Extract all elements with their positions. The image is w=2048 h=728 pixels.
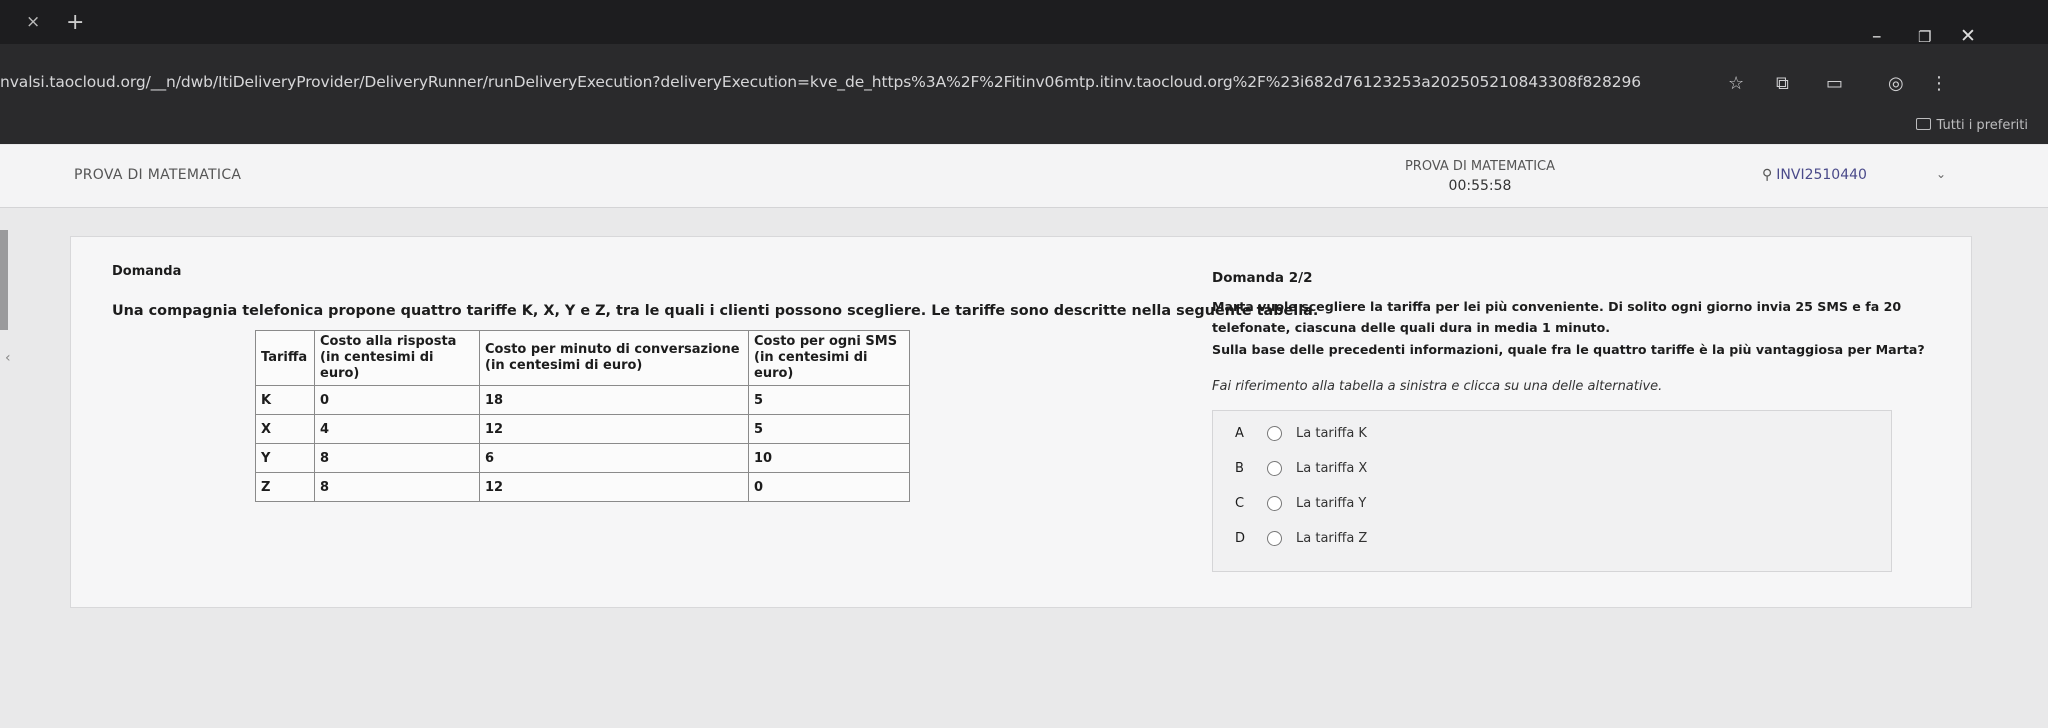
tariff-table: Tariffa Costo alla risposta (in centesimi… [255,330,910,502]
subquestion-prompt: Sulla base delle precedenti informazioni… [1212,342,1925,357]
answer-choices: A La tariffa K B La tariffa X C La tarif… [1212,410,1892,572]
subquestion-label: Domanda 2/2 [1212,270,1313,286]
cast-icon[interactable]: ▭ [1826,73,1843,94]
browser-titlebar: × + – ❐ ✕ [0,0,2048,47]
test-title-block: PROVA DI MATEMATICA 00:55:58 [1380,159,1580,194]
tab-close-icon[interactable]: × [26,12,40,32]
table-cell: 18 [479,385,749,415]
table-cell: 5 [748,385,910,415]
choice-d[interactable]: D La tariffa Z [1235,526,1367,550]
table-cell: X [255,414,315,444]
instruction-text: Fai riferimento alla tabella a sinistra … [1212,379,1663,394]
choice-label: La tariffa Y [1296,495,1367,511]
chevron-left-icon[interactable]: ‹ [5,350,11,366]
table-cell: 8 [314,443,480,473]
profile-icon[interactable]: ◎ [1888,73,1904,94]
choice-letter: A [1235,425,1244,441]
table-row: Y 8 6 10 [255,443,910,473]
more-icon[interactable]: ⋮ [1930,73,1948,94]
user-menu[interactable]: ⚲ INVI2510440 [1762,167,1867,183]
user-id: INVI2510440 [1776,167,1867,183]
radio-button[interactable] [1267,530,1282,546]
test-title: PROVA DI MATEMATICA [1404,159,1556,174]
bookmarks-bar: Tutti i preferiti [0,110,2048,144]
subquestion-text: telefonate, ciascuna delle quali dura in… [1212,320,1611,335]
table-cell: 12 [479,414,749,444]
question-label: Domanda [112,264,182,279]
star-icon[interactable]: ☆ [1728,73,1744,94]
choice-label: La tariffa K [1296,425,1367,441]
choice-label: La tariffa X [1296,460,1368,476]
table-cell: 6 [479,443,749,473]
table-header-row: Tariffa Costo alla risposta (in centesimi… [255,330,910,386]
table-row: X 4 12 5 [255,414,910,444]
brand-label: PROVA DI MATEMATICA [74,167,242,183]
choice-label: La tariffa Z [1296,530,1368,546]
timer: 00:55:58 [1448,178,1512,194]
choice-letter: C [1235,495,1245,511]
table-header-cell: Costo alla risposta (in centesimi di euro… [314,330,480,386]
question-text: Una compagnia telefonica propone quattro… [112,303,1319,319]
table-cell: 5 [748,414,910,444]
app-header: PROVA DI MATEMATICA PROVA DI MATEMATICA … [0,145,2048,208]
choice-letter: B [1235,460,1244,476]
extensions-icon[interactable]: ⧉ [1776,73,1789,94]
table-cell: 12 [479,472,749,502]
chevron-down-icon[interactable]: ⌄ [1936,167,1946,181]
subquestion-text: Marta vuole scegliere la tariffa per lei… [1212,299,1902,314]
table-header-cell: Tariffa [255,330,315,386]
radio-button[interactable] [1267,460,1282,476]
table-header-cell: Costo per ogni SMS (in centesimi di euro) [748,330,910,386]
question-panel: Domanda Una compagnia telefonica propone… [112,264,1319,319]
choice-b[interactable]: B La tariffa X [1235,456,1367,480]
user-icon: ⚲ [1762,167,1773,183]
table-cell: Y [255,443,315,473]
left-panel-edge [0,230,8,330]
radio-button[interactable] [1267,495,1282,511]
table-cell: 10 [748,443,910,473]
new-tab-icon[interactable]: + [66,10,84,35]
table-cell: 4 [314,414,480,444]
table-cell: K [255,385,315,415]
bookmarks-folder[interactable]: Tutti i preferiti [1915,118,2028,133]
radio-button[interactable] [1267,425,1282,441]
table-row: K 0 18 5 [255,385,910,415]
table-cell: 0 [314,385,480,415]
table-cell: 0 [748,472,910,502]
table-row: Z 8 12 0 [255,472,910,502]
url-field[interactable]: nvalsi.taocloud.org/__n/dwb/ItiDeliveryP… [0,73,1641,91]
choice-c[interactable]: C La tariffa Y [1235,491,1366,515]
subquestion-panel: Domanda 2/2 [1212,270,1912,286]
table-cell: Z [255,472,315,502]
folder-icon [1915,118,1931,130]
table-cell: 8 [314,472,480,502]
table-header-cell: Costo per minuto di conversazione (in cen… [479,330,749,386]
choice-letter: D [1235,530,1246,546]
choice-a[interactable]: A La tariffa K [1235,421,1367,445]
